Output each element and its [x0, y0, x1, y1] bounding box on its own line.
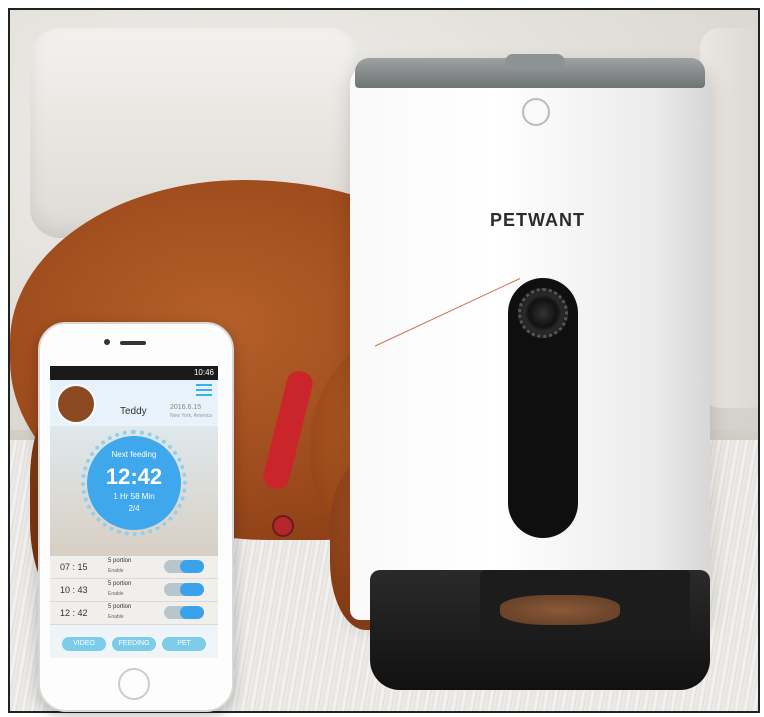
date-label: 2016.6.15	[170, 404, 202, 411]
schedule-toggle[interactable]	[164, 560, 204, 573]
front-camera-icon	[104, 339, 110, 345]
clock-remaining: 1 Hr 58 Min	[113, 492, 155, 501]
toggle-knob	[180, 583, 204, 596]
schedule-time: 10 : 43	[60, 585, 88, 595]
menu-icon[interactable]	[196, 384, 212, 396]
schedule-portion: 5 portion	[108, 604, 132, 610]
toggle-knob	[180, 560, 204, 573]
location-label: New York, America	[170, 413, 212, 419]
schedule-row: 10 : 43 5 portion Enable	[50, 579, 218, 602]
schedule-time: 07 : 15	[60, 562, 88, 572]
camera-lens-icon	[518, 288, 568, 338]
tab-video[interactable]: VIDEO	[62, 637, 106, 651]
phone-speaker	[120, 341, 146, 345]
feeder-brand-logo: PETWANT	[490, 210, 585, 230]
schedule-row: 07 : 15 5 portion Enable	[50, 556, 218, 579]
toggle-knob	[180, 606, 204, 619]
schedule-list: 07 : 15 5 portion Enable 10 : 43 5 porti…	[50, 556, 218, 625]
schedule-status: Enable	[108, 614, 124, 620]
clock-portion: 2/4	[128, 504, 140, 513]
clock-time: 12:42	[105, 464, 163, 489]
schedule-time: 12 : 42	[60, 608, 88, 618]
schedule-status: Enable	[108, 568, 124, 574]
schedule-row: 12 : 42 5 portion Enable	[50, 602, 218, 625]
tab-pet[interactable]: PET	[162, 637, 206, 651]
bottom-tabs: VIDEO FEEDING PET	[50, 634, 218, 654]
status-time: 10:46	[193, 368, 214, 377]
schedule-portion: 5 portion	[108, 558, 132, 564]
status-bar: 10:46	[50, 366, 218, 380]
pet-name: Teddy	[120, 406, 147, 417]
pet-food	[500, 595, 620, 625]
schedule-toggle[interactable]	[164, 583, 204, 596]
lid-handle	[505, 54, 565, 70]
feeder-power-button	[522, 98, 550, 126]
tab-feeding[interactable]: FEEDING	[112, 637, 156, 651]
home-button	[118, 668, 150, 700]
app-screen: 10:46 Teddy 2016.6.15 New York, America …	[50, 366, 218, 658]
pet-avatar[interactable]	[56, 384, 96, 424]
schedule-portion: 5 portion	[108, 581, 132, 587]
next-feeding-clock: Next feeding 12:42 1 Hr 58 Min 2/4	[87, 436, 181, 530]
clock-label: Next feeding	[111, 450, 157, 459]
schedule-status: Enable	[108, 591, 124, 597]
collar-tag	[272, 515, 294, 537]
schedule-toggle[interactable]	[164, 606, 204, 619]
